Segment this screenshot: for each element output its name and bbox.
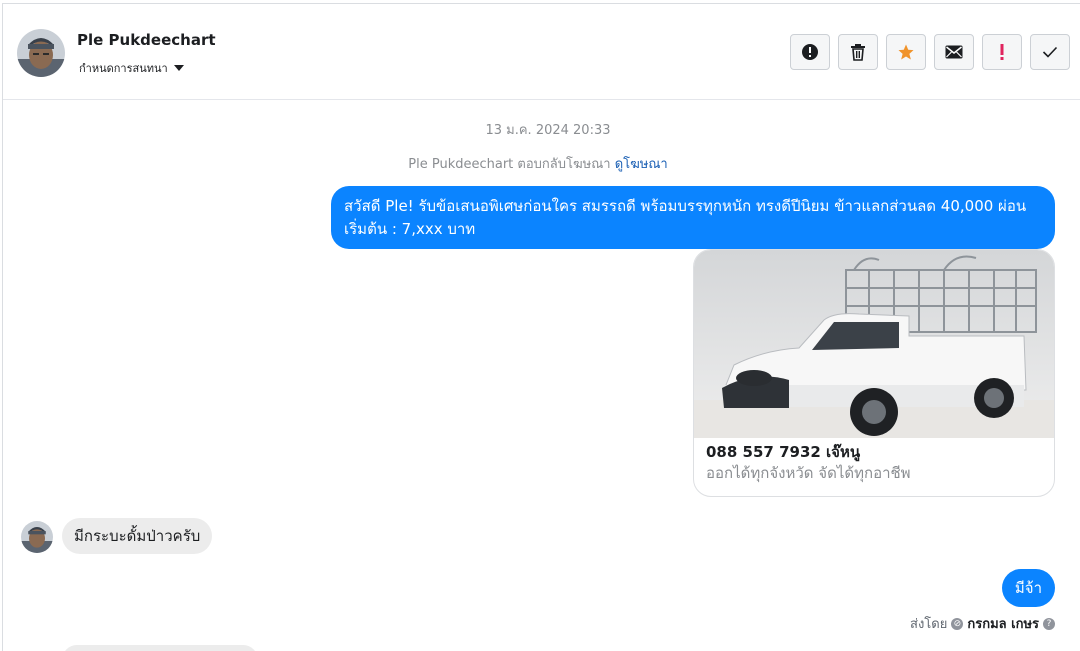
ad-subtitle: ออกได้ทุกจังหวัด จัดได้ทุกอาชีพ — [706, 464, 911, 482]
slash-circle-icon: ⊘ — [951, 617, 964, 630]
envelope-icon — [945, 45, 963, 59]
conversation-settings-label: กำหนดการสนทนา — [79, 62, 168, 75]
sender-avatar — [21, 521, 53, 553]
ad-reply-text: Ple Pukdeechart ตอบกลับโฆษณา — [408, 157, 611, 172]
incoming-message-bubble: มีกระบะดั้มป่าวครับ — [62, 518, 213, 554]
delete-button[interactable] — [838, 34, 878, 70]
ad-preview-card[interactable]: 088 557 7932 เจ๊หนู ออกได้ทุกจังหวัด จัด… — [693, 249, 1055, 497]
exclamation-icon — [1000, 44, 1004, 60]
follow-up-button[interactable] — [982, 34, 1022, 70]
mark-unread-button[interactable] — [934, 34, 974, 70]
sent-by-info: ส่งโดย ⊘ กรกมล เกษร ? — [910, 613, 1055, 634]
outgoing-message-bubble: สวัสดี Ple! รับข้อเสนอพิเศษก่อนใคร สมรรถ… — [331, 186, 1055, 249]
view-ad-link[interactable]: ดูโฆษณา — [615, 157, 668, 172]
ad-image — [694, 250, 1054, 438]
conversation-actions — [790, 34, 1070, 70]
message-timestamp: 13 ม.ค. 2024 20:33 — [485, 123, 611, 138]
trash-icon — [851, 44, 865, 61]
mark-done-button[interactable] — [1030, 34, 1070, 70]
star-icon — [898, 44, 914, 60]
incoming-message-bubble-2 — [62, 645, 258, 651]
ad-reply-notice: Ple Pukdeechart ตอบกลับโฆษณา ดูโฆษณา — [0, 153, 1076, 174]
contact-avatar[interactable] — [17, 29, 65, 77]
sent-by-label: ส่งโดย — [910, 617, 948, 632]
help-icon[interactable]: ? — [1043, 617, 1055, 630]
caret-down-icon — [173, 65, 184, 71]
star-button[interactable] — [886, 34, 926, 70]
spam-alert-button[interactable] — [790, 34, 830, 70]
outgoing-message-bubble-2: มีจ้า — [1001, 569, 1055, 607]
check-icon — [1042, 46, 1058, 58]
sent-by-name: กรกมล เกษร — [967, 617, 1039, 632]
conversation-header: Ple Pukdeechart กำหนดการสนทนา — [3, 4, 1080, 100]
conversation-settings-dropdown[interactable]: กำหนดการสนทนา — [79, 59, 184, 77]
alert-circle-icon — [802, 44, 818, 60]
contact-name[interactable]: Ple Pukdeechart — [77, 31, 216, 49]
